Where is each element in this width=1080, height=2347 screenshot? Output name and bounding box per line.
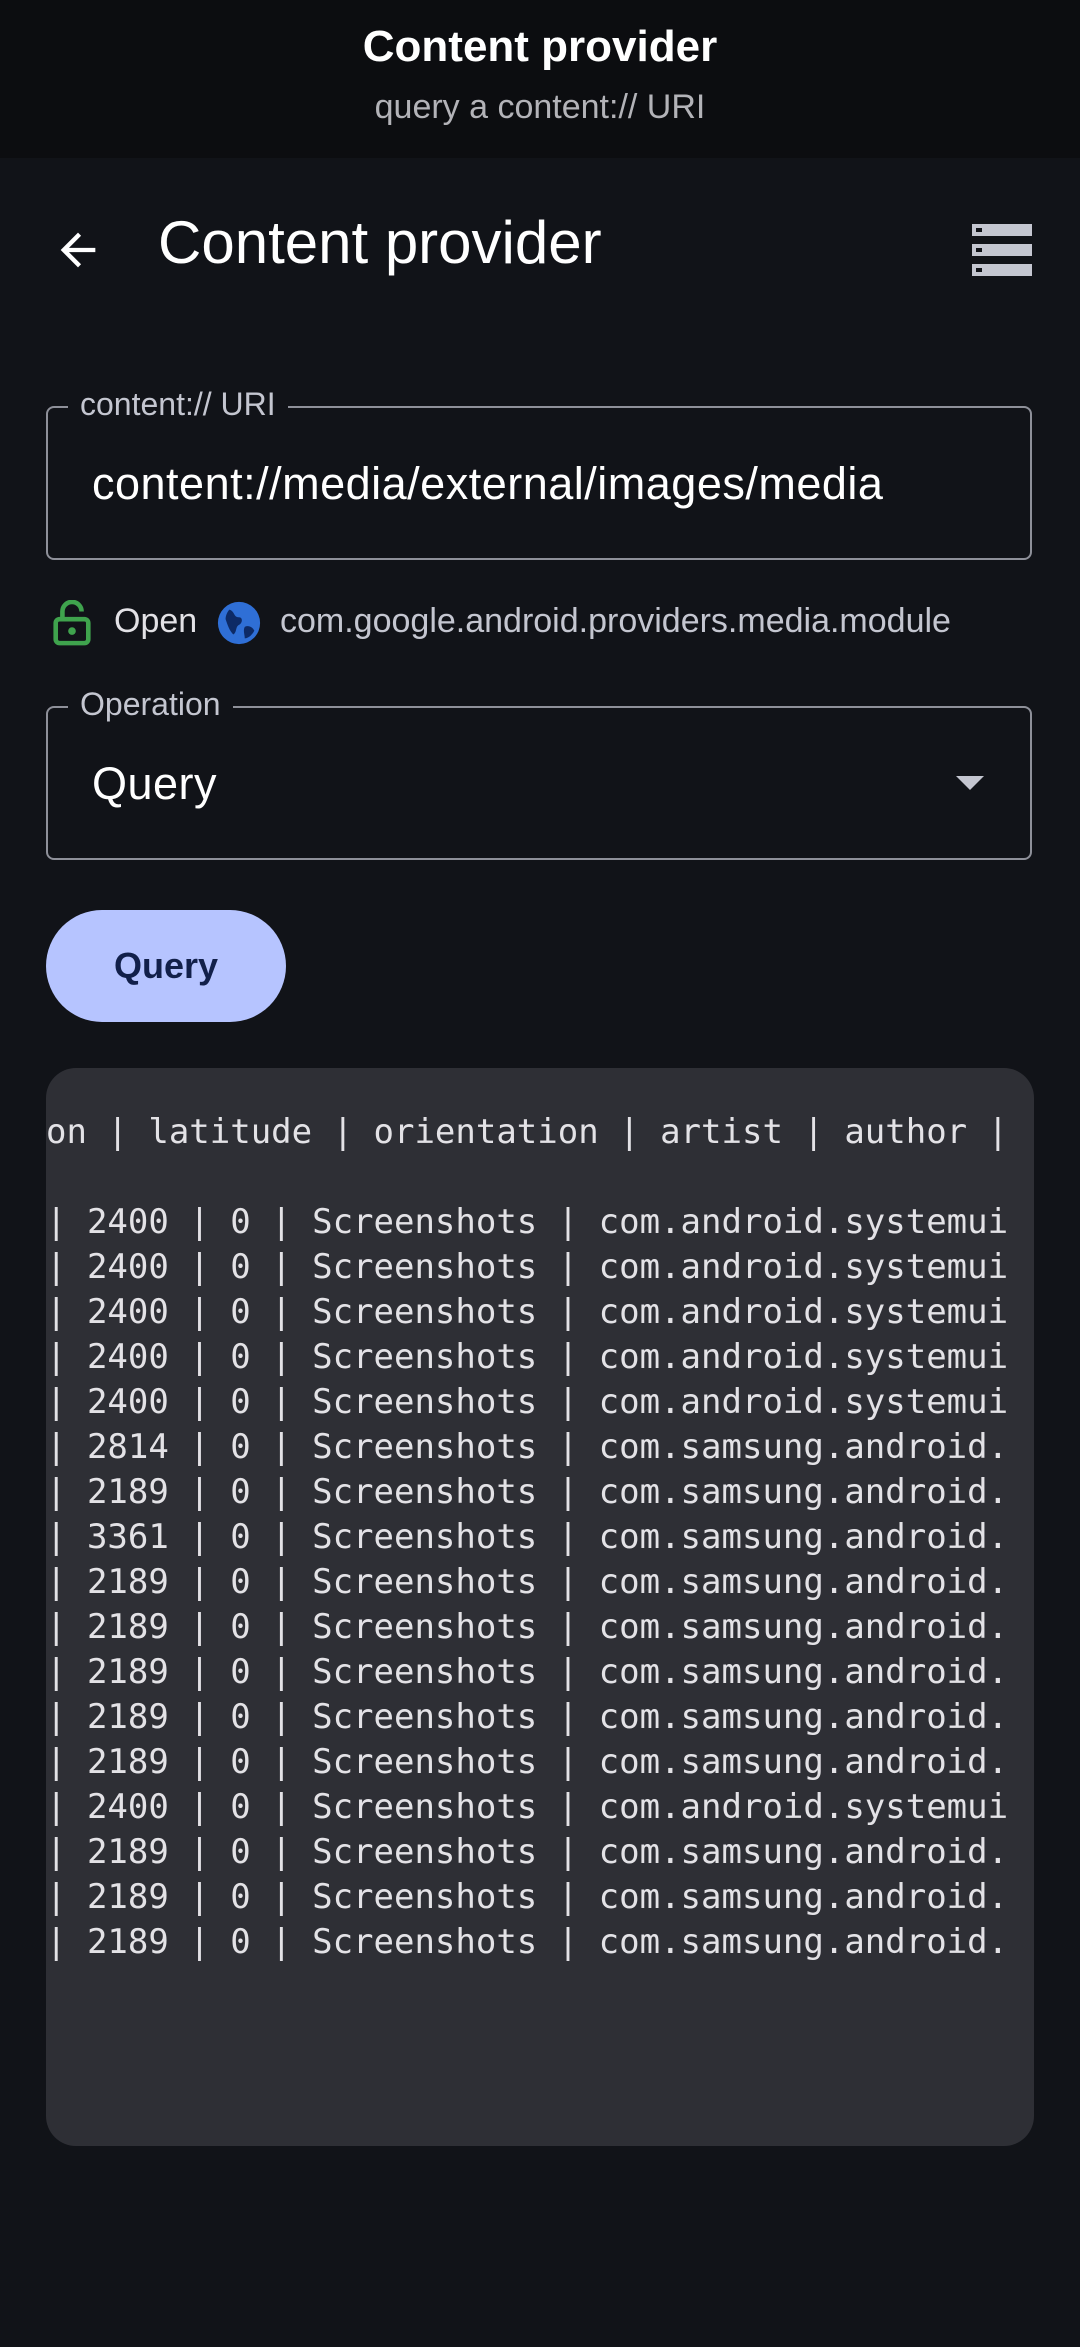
list-view-icon: [972, 224, 1032, 276]
back-button[interactable]: [40, 212, 116, 288]
table-row: | 2189 | 0 | Screenshots | com.samsung.a…: [46, 1742, 1009, 1782]
dropdown-arrow-icon: [956, 776, 984, 790]
provider-package: com.google.android.providers.media.modul…: [280, 602, 951, 640]
lock-open-icon: [53, 600, 91, 646]
table-row: | 2189 | 0 | Screenshots | com.samsung.a…: [46, 1877, 1009, 1917]
query-results[interactable]: on | latitude | orientation | artist | a…: [46, 1068, 1034, 2146]
table-row: | 2189 | 0 | Screenshots | com.samsung.a…: [46, 1652, 1009, 1692]
table-row: | 2400 | 0 | Screenshots | com.android.s…: [46, 1382, 1009, 1422]
table-row: | 2189 | 0 | Screenshots | com.samsung.a…: [46, 1562, 1009, 1602]
table-row: | 2400 | 0 | Screenshots | com.android.s…: [46, 1337, 1009, 1377]
window-header: Content provider query a content:// URI: [0, 0, 1080, 158]
query-button[interactable]: Query: [46, 910, 286, 1022]
list-view-button[interactable]: [964, 212, 1040, 288]
app-bar: Content provider: [0, 190, 1080, 306]
uri-input[interactable]: content://media/external/images/media: [92, 458, 883, 510]
table-row: | 3361 | 0 | Screenshots | com.samsung.a…: [46, 1517, 1009, 1557]
table-row: | 2189 | 0 | Screenshots | com.samsung.a…: [46, 1607, 1009, 1647]
operation-select[interactable]: Operation Query: [46, 686, 1032, 860]
page-title: Content provider: [158, 209, 602, 276]
results-table: on | latitude | orientation | artist | a…: [46, 1110, 1029, 1965]
table-row: | 2400 | 0 | Screenshots | com.android.s…: [46, 1247, 1009, 1287]
table-row: | 2189 | 0 | Screenshots | com.samsung.a…: [46, 1697, 1009, 1737]
operation-value: Query: [92, 758, 218, 809]
window-title: Content provider: [362, 22, 718, 71]
table-row: | 2814 | 0 | Screenshots | com.samsung.a…: [46, 1427, 1009, 1467]
table-row: | 2400 | 0 | Screenshots | com.android.s…: [46, 1292, 1009, 1332]
uri-field[interactable]: content:// URI content://media/external/…: [46, 386, 1032, 560]
window-subtitle: query a content:// URI: [374, 88, 706, 126]
table-row: | 2189 | 0 | Screenshots | com.samsung.a…: [46, 1472, 1009, 1512]
table-row: | 2400 | 0 | Screenshots | com.android.s…: [46, 1787, 1009, 1827]
arrow-back-icon: [60, 232, 96, 268]
table-row: | 2189 | 0 | Screenshots | com.samsung.a…: [46, 1922, 1009, 1962]
access-status: Open: [114, 602, 198, 640]
table-row: | 2189 | 0 | Screenshots | com.samsung.a…: [46, 1832, 1009, 1872]
operation-field-label: Operation: [68, 686, 233, 723]
results-header-row: on | latitude | orientation | artist | a…: [46, 1112, 1029, 1152]
globe-icon: [217, 601, 261, 645]
provider-info: Open com.google.android.providers.media.…: [46, 592, 1046, 652]
uri-field-label: content:// URI: [68, 386, 288, 423]
table-row: | 2400 | 0 | Screenshots | com.android.s…: [46, 1202, 1009, 1242]
